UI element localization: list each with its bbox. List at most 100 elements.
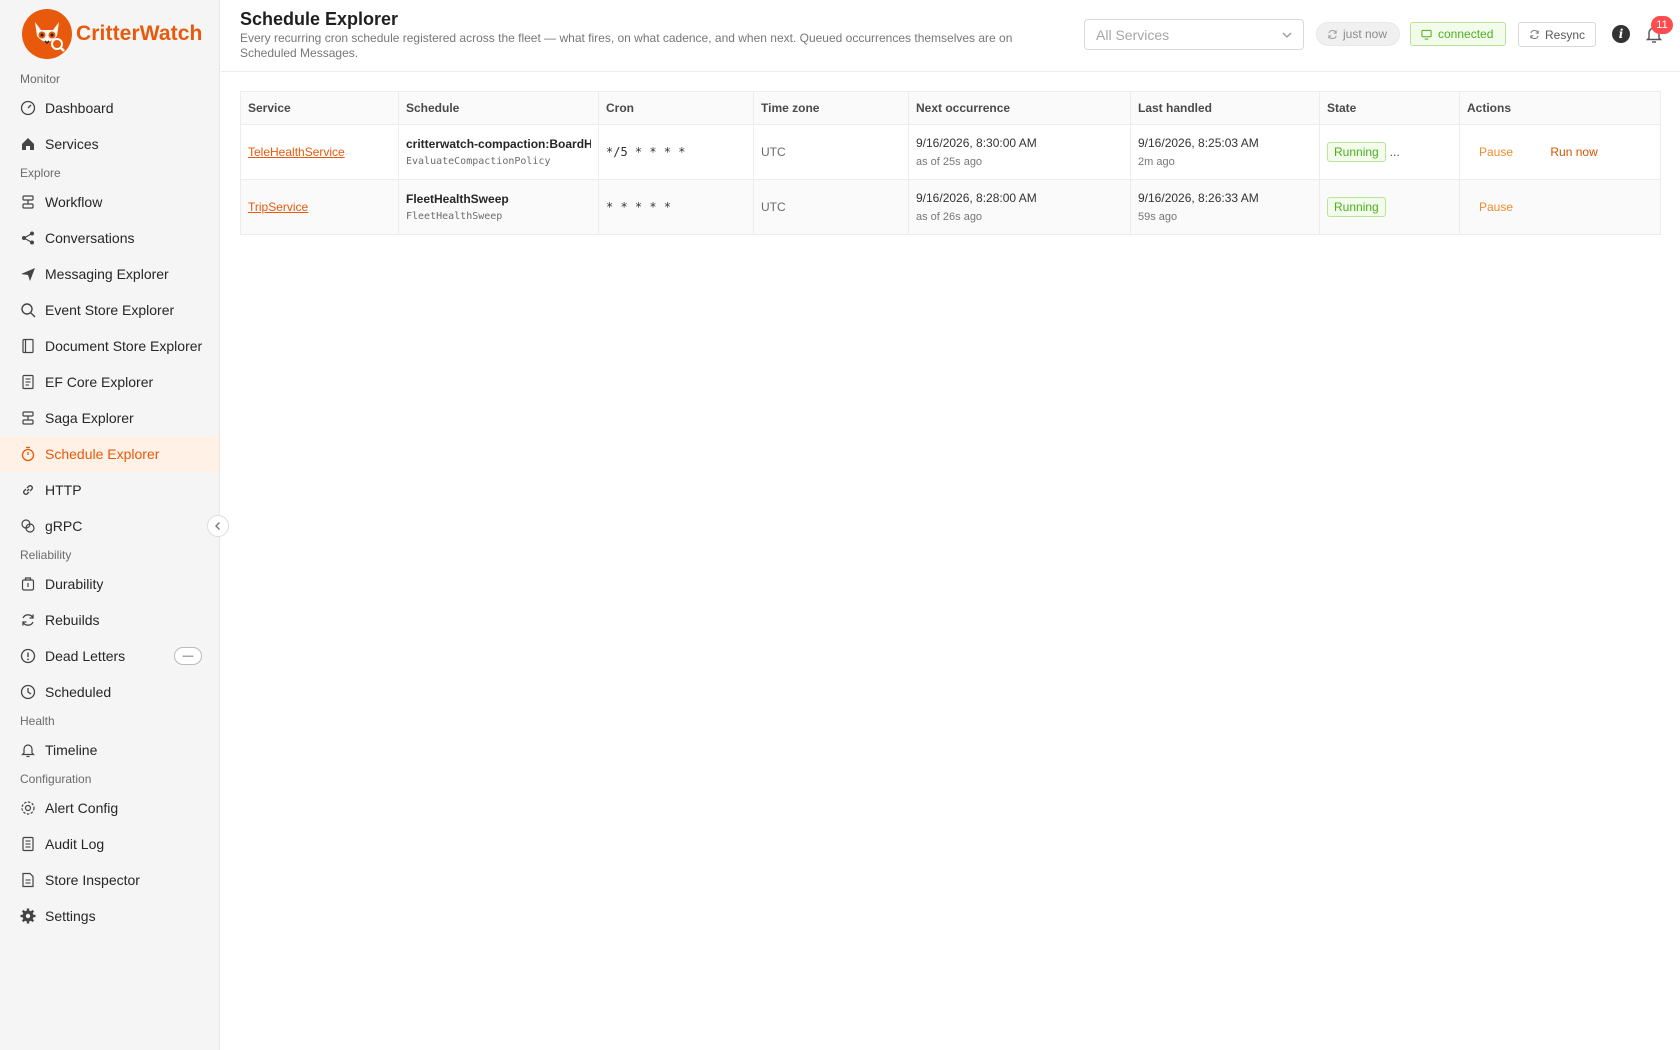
service-filter-value: All Services — [1096, 26, 1170, 43]
sidebar-item-label: Dashboard — [45, 100, 114, 116]
sidebar-item-store-inspector[interactable]: Store Inspector — [0, 862, 219, 898]
cell-timezone: UTC — [753, 179, 909, 235]
safety-icon — [20, 576, 36, 592]
sidebar-item-schedule-explorer[interactable]: Schedule Explorer — [0, 436, 219, 472]
sidebar-item-timeline[interactable]: Timeline — [0, 732, 219, 768]
sync-icon — [1529, 29, 1540, 40]
sidebar-item-durability[interactable]: Durability — [0, 566, 219, 602]
sidebar-item-grpc[interactable]: gRPC — [0, 508, 219, 544]
sidebar-item-rebuilds[interactable]: Rebuilds — [0, 602, 219, 638]
cron-expression: */5 * * * * — [606, 145, 686, 159]
sidebar-item-dashboard[interactable]: Dashboard — [0, 90, 219, 126]
file-text-icon — [20, 374, 36, 390]
cell-state: Running... — [1319, 124, 1460, 180]
last-handled-time: 9/16/2026, 8:26:33 AM — [1138, 191, 1259, 205]
sidebar-collapse-chevron-left-icon[interactable] — [207, 515, 229, 537]
sidebar-item-label: Workflow — [45, 194, 103, 210]
share-nodes-icon — [20, 230, 36, 246]
sidebar-item-event-store-explorer[interactable]: Event Store Explorer — [0, 292, 219, 328]
monitor-icon — [1421, 29, 1432, 40]
schedule-name: FleetHealthSweep — [406, 192, 509, 206]
exclamation-circle-icon — [20, 648, 36, 664]
sidebar-item-ef-core-explorer[interactable]: EF Core Explorer — [0, 364, 219, 400]
refresh-status-text: just now — [1343, 27, 1388, 41]
sidebar-item-label: Rebuilds — [45, 612, 100, 628]
sidebar-item-label: Audit Log — [45, 836, 105, 852]
column-header-service[interactable]: Service — [240, 91, 399, 125]
next-occurrence-relative: as of 26s ago — [916, 211, 983, 223]
app-logo[interactable]: CritterWatch — [0, 0, 219, 68]
sidebar-item-messaging-explorer[interactable]: Messaging Explorer — [0, 256, 219, 292]
sidebar-item-label: gRPC — [45, 518, 83, 534]
sidebar-item-http[interactable]: HTTP — [0, 472, 219, 508]
section-explore: Explore — [20, 166, 61, 180]
last-handled-relative: 2m ago — [1138, 156, 1175, 168]
sidebar-item-label: Timeline — [45, 742, 98, 758]
gear-icon — [20, 908, 36, 924]
sidebar-item-label: Conversations — [45, 230, 135, 246]
cron-expression: * * * * * — [606, 200, 672, 214]
home-icon — [20, 136, 36, 152]
last-handled-relative: 59s ago — [1138, 211, 1178, 223]
cluster-icon — [20, 410, 36, 426]
sidebar-item-scheduled[interactable]: Scheduled — [0, 674, 219, 710]
sidebar-item-label: Event Store Explorer — [45, 302, 175, 318]
sync-icon — [1327, 29, 1338, 40]
page-description: Every recurring cron schedule registered… — [240, 31, 1013, 60]
critter-logo-icon — [22, 9, 72, 59]
service-filter-select[interactable]: All Services — [1084, 19, 1304, 50]
pause-button[interactable]: Pause — [1479, 200, 1513, 214]
state-badge: Running — [1327, 142, 1386, 162]
sidebar-item-workflow[interactable]: Workflow — [0, 184, 219, 220]
state-badge: Running — [1327, 197, 1386, 217]
sidebar-item-services[interactable]: Services — [0, 126, 219, 162]
search-icon — [20, 302, 36, 318]
pause-button[interactable]: Pause — [1479, 145, 1513, 159]
sidebar: CritterWatch Monitor Dashboard Services … — [0, 0, 220, 1050]
last-handled-time: 9/16/2026, 8:25:03 AM — [1138, 136, 1259, 150]
cell-cron: * * * * * — [598, 179, 754, 235]
link-icon — [20, 482, 36, 498]
cell-actions: Pause — [1459, 179, 1661, 235]
info-icon[interactable]: i — [1612, 25, 1630, 43]
sidebar-item-audit-log[interactable]: Audit Log — [0, 826, 219, 862]
chevron-down-icon — [1281, 28, 1293, 44]
sidebar-item-alert-config[interactable]: Alert Config — [0, 790, 219, 826]
sidebar-item-label: Messaging Explorer — [45, 266, 169, 282]
sidebar-item-document-store-explorer[interactable]: Document Store Explorer — [0, 328, 219, 364]
section-health: Health — [20, 714, 55, 728]
column-header-last-handled[interactable]: Last handled — [1130, 91, 1320, 125]
sidebar-item-label: Saga Explorer — [45, 410, 134, 426]
next-occurrence-relative: as of 25s ago — [916, 156, 983, 168]
app-name: CritterWatch — [76, 22, 203, 45]
book-icon — [20, 338, 36, 354]
sidebar-item-conversations[interactable]: Conversations — [0, 220, 219, 256]
service-link[interactable]: TripService — [248, 200, 308, 214]
sidebar-item-label: Durability — [45, 576, 104, 592]
send-icon — [20, 266, 36, 282]
sidebar-item-settings[interactable]: Settings — [0, 898, 219, 934]
sidebar-item-dead-letters[interactable]: Dead Letters — — [0, 638, 219, 674]
sidebar-item-label: Schedule Explorer — [45, 446, 160, 462]
stopwatch-icon — [20, 446, 36, 462]
dashboard-gauge-icon — [20, 100, 36, 116]
schedule-message-type: FleetHealthSweep — [406, 211, 503, 222]
service-link[interactable]: TeleHealthService — [248, 145, 345, 159]
section-configuration: Configuration — [20, 772, 92, 786]
sidebar-item-saga-explorer[interactable]: Saga Explorer — [0, 400, 219, 436]
sidebar-item-label: Alert Config — [45, 800, 119, 816]
column-header-cron[interactable]: Cron — [598, 91, 754, 125]
section-reliability: Reliability — [20, 548, 72, 562]
run-now-button[interactable]: Run now — [1550, 145, 1597, 159]
column-header-next-occurrence[interactable]: Next occurrence — [908, 91, 1131, 125]
cell-next-occurrence: 9/16/2026, 8:30:00 AM as of 25s ago — [908, 124, 1131, 180]
file-search-icon — [20, 872, 36, 888]
resync-button[interactable]: Resync — [1518, 22, 1596, 47]
more-indicator[interactable]: ... — [1390, 145, 1400, 159]
table-row: TripService FleetHealthSweep FleetHealth… — [240, 179, 1661, 235]
column-header-timezone[interactable]: Time zone — [753, 91, 909, 125]
column-header-state[interactable]: State — [1319, 91, 1460, 125]
schedules-table: Service Schedule Cron Time zone Next occ… — [240, 91, 1661, 235]
sidebar-item-label: Settings — [45, 908, 96, 924]
column-header-schedule[interactable]: Schedule — [398, 91, 599, 125]
